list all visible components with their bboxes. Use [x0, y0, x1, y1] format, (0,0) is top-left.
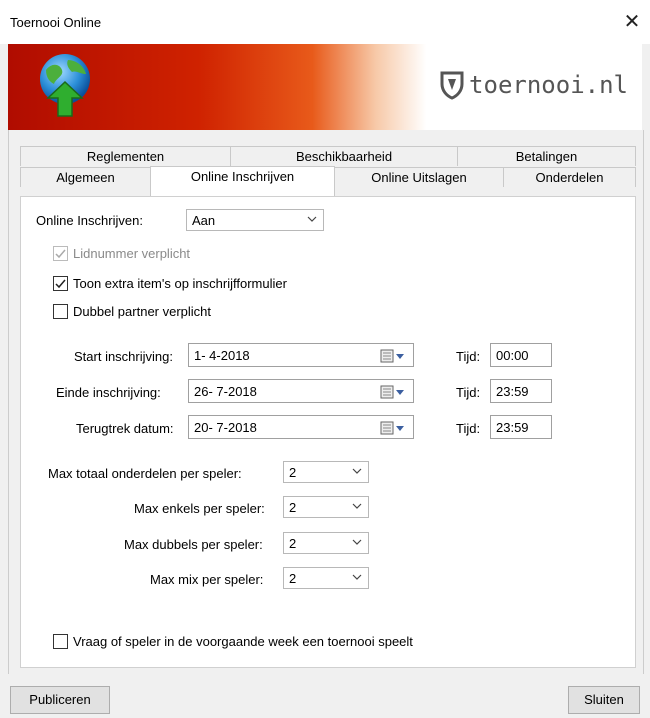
checkmark-icon: [55, 279, 66, 289]
chevron-down-icon: [352, 574, 362, 580]
max-dubbels-value: 2: [289, 536, 297, 551]
terugtrek-tijd-label: Tijd:: [456, 421, 481, 436]
tab-row-top: Reglementen Beschikbaarheid Betalingen: [20, 146, 636, 167]
brand-logo: toernooi.nl: [439, 70, 628, 100]
online-inschrijven-value: Aan: [192, 213, 216, 228]
einde-time-input[interactable]: 23:59: [490, 379, 552, 403]
online-inschrijven-label: Online Inschrijven:: [36, 213, 143, 228]
terugtrek-label: Terugtrek datum:: [76, 421, 174, 436]
max-dubbels-label: Max dubbels per speler:: [124, 537, 263, 552]
vraag-checkbox[interactable]: [53, 634, 68, 649]
start-label: Start inschrijving:: [74, 349, 173, 364]
brand-text: toernooi.nl: [469, 71, 628, 99]
lidnummer-label: Lidnummer verplicht: [73, 246, 191, 261]
globe-upload-icon: [40, 54, 90, 117]
tab-online-inschrijven[interactable]: Online Inschrijven: [150, 166, 335, 196]
einde-date-value: 26- 7-2018: [194, 384, 257, 399]
start-date-value: 1- 4-2018: [194, 348, 250, 363]
title-bar: Toernooi Online ✕: [0, 0, 650, 44]
terugtrek-time-value: 23:59: [496, 420, 529, 435]
max-enkels-value: 2: [289, 500, 297, 515]
terugtrek-time-input[interactable]: 23:59: [490, 415, 552, 439]
extra-items-label: Toon extra item's op inschrijfformulier: [73, 276, 287, 291]
start-tijd-label: Tijd:: [456, 349, 481, 364]
tab-online-uitslagen[interactable]: Online Uitslagen: [334, 167, 504, 187]
calendar-dropdown-icon[interactable]: [380, 385, 406, 399]
window-title: Toernooi Online: [10, 15, 102, 30]
lidnummer-checkbox[interactable]: [53, 246, 68, 261]
einde-tijd-label: Tijd:: [456, 385, 481, 400]
max-dubbels-select[interactable]: 2: [283, 532, 369, 554]
chevron-down-icon: [352, 539, 362, 545]
tab-algemeen[interactable]: Algemeen: [20, 167, 151, 187]
start-date-picker[interactable]: 1- 4-2018: [188, 343, 414, 367]
einde-time-value: 23:59: [496, 384, 529, 399]
dubbel-partner-label: Dubbel partner verplicht: [73, 304, 212, 319]
dubbel-partner-checkbox[interactable]: [53, 304, 68, 319]
terugtrek-date-value: 20- 7-2018: [194, 420, 257, 435]
max-mix-label: Max mix per speler:: [150, 572, 264, 587]
online-inschrijven-select[interactable]: Aan: [186, 209, 324, 231]
tab-reglementen[interactable]: Reglementen: [20, 146, 231, 166]
tab-beschikbaarheid[interactable]: Beschikbaarheid: [230, 146, 458, 166]
vraag-label: Vraag of speler in de voorgaande week ee…: [73, 634, 413, 649]
close-icon[interactable]: ✕: [620, 10, 644, 34]
chevron-down-icon: [352, 468, 362, 474]
tab-onderdelen[interactable]: Onderdelen: [503, 167, 636, 187]
tab-betalingen[interactable]: Betalingen: [457, 146, 636, 166]
extra-items-checkbox[interactable]: [53, 276, 68, 291]
terugtrek-date-picker[interactable]: 20- 7-2018: [188, 415, 414, 439]
publiceren-button[interactable]: Publiceren: [10, 686, 110, 714]
max-mix-select[interactable]: 2: [283, 567, 369, 589]
tab-row-bottom: Algemeen Online Inschrijven Online Uitsl…: [20, 166, 636, 196]
checkmark-icon: [55, 249, 66, 259]
start-time-value: 00:00: [496, 348, 529, 363]
max-totaal-select[interactable]: 2: [283, 461, 369, 483]
start-time-input[interactable]: 00:00: [490, 343, 552, 367]
einde-date-picker[interactable]: 26- 7-2018: [188, 379, 414, 403]
header-banner: toernooi.nl: [8, 44, 642, 130]
max-totaal-value: 2: [289, 465, 297, 480]
chevron-down-icon: [352, 503, 362, 509]
einde-label: Einde inschrijving:: [56, 385, 161, 400]
shield-icon: [440, 71, 464, 100]
max-totaal-label: Max totaal onderdelen per speler:: [48, 466, 242, 481]
max-enkels-label: Max enkels per speler:: [134, 501, 265, 516]
calendar-dropdown-icon[interactable]: [380, 421, 406, 435]
max-mix-value: 2: [289, 571, 297, 586]
calendar-dropdown-icon[interactable]: [380, 349, 406, 363]
sluiten-button[interactable]: Sluiten: [568, 686, 640, 714]
chevron-down-icon: [307, 216, 317, 222]
max-enkels-select[interactable]: 2: [283, 496, 369, 518]
